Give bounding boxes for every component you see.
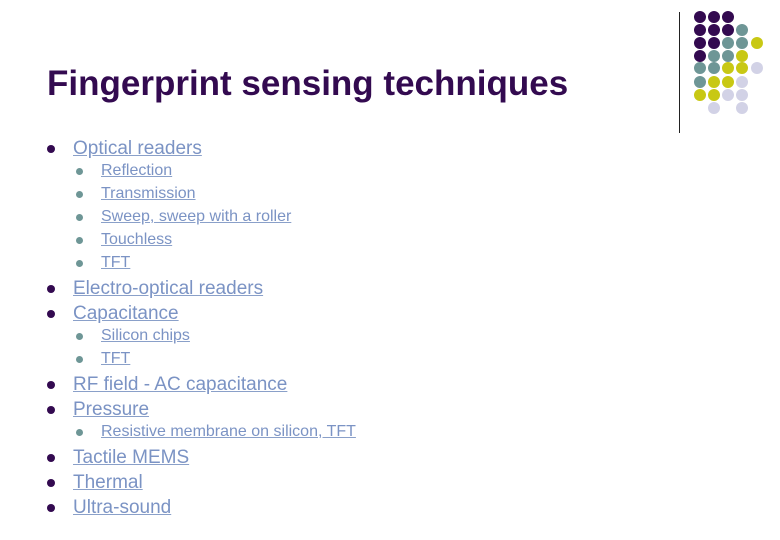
list-item: Thermal xyxy=(47,472,143,494)
list-item: Capacitance xyxy=(47,303,179,325)
decorative-dot-purple xyxy=(722,24,734,36)
list-item-link[interactable]: Ultra-sound xyxy=(73,497,171,518)
decorative-dot-lavender xyxy=(736,76,748,88)
list-item: Optical readers xyxy=(47,138,202,160)
decorative-dot-lavender xyxy=(736,102,748,114)
decorative-dot-purple xyxy=(708,11,720,23)
bullet-icon xyxy=(47,406,55,414)
list-item-link[interactable]: Capacitance xyxy=(73,303,179,324)
decorative-dot-teal xyxy=(694,62,706,74)
list-item-link[interactable]: Transmission xyxy=(101,185,196,202)
bullet-icon xyxy=(76,333,83,340)
decorative-dot-lavender xyxy=(722,89,734,101)
list-item: Transmission xyxy=(76,185,196,203)
list-item-link[interactable]: Touchless xyxy=(101,231,172,248)
decorative-dot-yellow xyxy=(751,37,763,49)
decorative-dot-yellow xyxy=(708,76,720,88)
list-item-link[interactable]: TFT xyxy=(101,350,130,367)
decorative-dot-purple xyxy=(694,37,706,49)
list-item: TFT xyxy=(76,254,130,272)
list-item: Reflection xyxy=(76,162,172,180)
bullet-icon xyxy=(47,381,55,389)
list-item: Tactile MEMS xyxy=(47,447,189,469)
list-item-link[interactable]: Reflection xyxy=(101,162,172,179)
decorative-dot-grid xyxy=(694,11,763,114)
list-item-link[interactable]: Electro-optical readers xyxy=(73,278,263,299)
decorative-dot-yellow xyxy=(694,89,706,101)
decorative-dot-purple xyxy=(694,50,706,62)
list-item: RF field - AC capacitance xyxy=(47,374,287,396)
bullet-icon xyxy=(47,479,55,487)
list-item-link[interactable]: TFT xyxy=(101,254,130,271)
list-item-link[interactable]: Tactile MEMS xyxy=(73,447,189,468)
list-item: Pressure xyxy=(47,399,149,421)
bullet-icon xyxy=(76,260,83,267)
decorative-dot-teal xyxy=(708,62,720,74)
decorative-dot-lavender xyxy=(736,89,748,101)
decorative-dot-purple xyxy=(694,11,706,23)
list-item-link[interactable]: Pressure xyxy=(73,399,149,420)
list-item-link[interactable]: RF field - AC capacitance xyxy=(73,374,287,395)
decorative-dot-yellow xyxy=(722,62,734,74)
bullet-icon xyxy=(47,310,55,318)
bullet-icon xyxy=(76,168,83,175)
list-item-link[interactable]: Thermal xyxy=(73,472,143,493)
bullet-icon xyxy=(76,356,83,363)
list-item-link[interactable]: Optical readers xyxy=(73,138,202,159)
list-item: Silicon chips xyxy=(76,327,190,345)
decorative-dot-lavender xyxy=(751,62,763,74)
bullet-icon xyxy=(47,285,55,293)
decorative-dot-yellow xyxy=(736,62,748,74)
bullet-icon xyxy=(47,504,55,512)
list-item: Sweep, sweep with a roller xyxy=(76,208,291,226)
decorative-dot-teal xyxy=(708,50,720,62)
decorative-dot-teal xyxy=(722,37,734,49)
decorative-dot-teal xyxy=(736,24,748,36)
bullet-icon xyxy=(76,191,83,198)
bullet-icon xyxy=(76,214,83,221)
decorative-dot-yellow xyxy=(736,50,748,62)
decorative-dot-teal xyxy=(694,76,706,88)
decorative-dot-lavender xyxy=(708,102,720,114)
list-item-link[interactable]: Resistive membrane on silicon, TFT xyxy=(101,423,356,440)
list-item-link[interactable]: Silicon chips xyxy=(101,327,190,344)
decorative-dot-teal xyxy=(736,37,748,49)
decorative-dot-yellow xyxy=(722,76,734,88)
bullet-icon xyxy=(76,429,83,436)
decorative-dot-yellow xyxy=(708,89,720,101)
bullet-icon xyxy=(47,454,55,462)
bullet-icon xyxy=(47,145,55,153)
list-item: Electro-optical readers xyxy=(47,278,263,300)
list-item: Resistive membrane on silicon, TFT xyxy=(76,423,356,441)
decorative-dot-purple xyxy=(694,24,706,36)
decorative-dot-purple xyxy=(708,24,720,36)
bullet-icon xyxy=(76,237,83,244)
list-item-link[interactable]: Sweep, sweep with a roller xyxy=(101,208,291,225)
list-item: Touchless xyxy=(76,231,172,249)
list-item: Ultra-sound xyxy=(47,497,171,519)
list-item: TFT xyxy=(76,350,130,368)
decorative-dot-teal xyxy=(722,50,734,62)
decorative-dot-purple xyxy=(722,11,734,23)
decorative-dot-purple xyxy=(708,37,720,49)
